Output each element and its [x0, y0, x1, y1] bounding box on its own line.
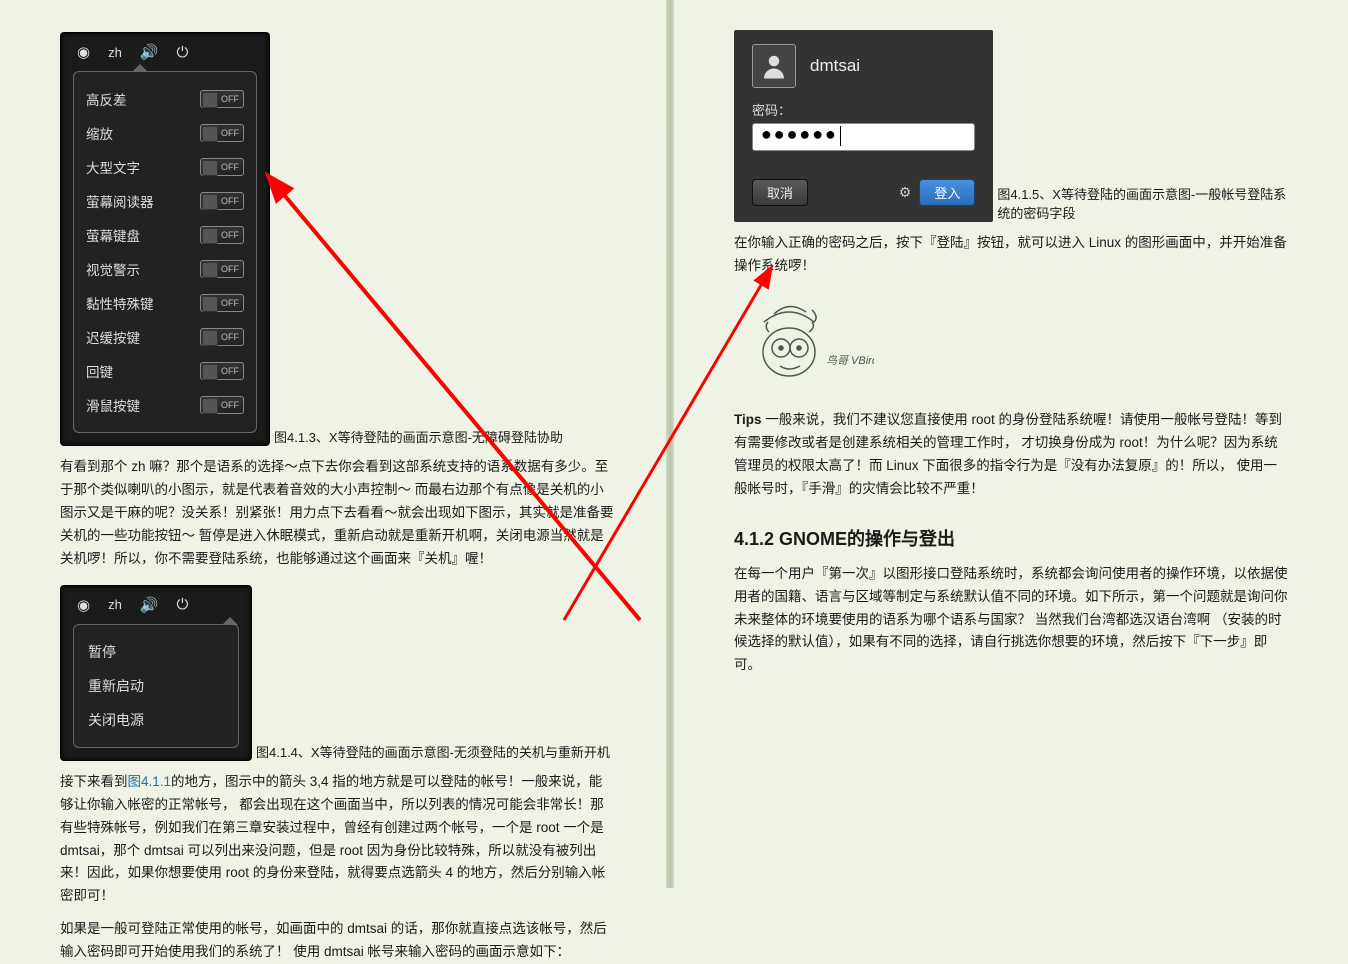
toggle-switch[interactable]: OFF: [200, 260, 244, 278]
figure-link[interactable]: 图4.1.1: [128, 774, 172, 789]
toggle-label: 黏性特殊键: [86, 293, 154, 313]
volume-icon[interactable]: 🔊: [140, 43, 159, 61]
volume-icon[interactable]: 🔊: [140, 596, 159, 614]
body-text: 在每一个用户『第一次』以图形接口登陆系统时，系统都会询问使用者的操作环境，以依据…: [734, 563, 1288, 678]
login-panel: dmtsai 密码： ●●●●●● 取消 ⚙ 登入: [734, 30, 993, 222]
toggle-label: 大型文字: [86, 157, 140, 177]
figure-caption: 图4.1.5、X等待登陆的画面示意图-一般帐号登陆系统的密码字段: [997, 184, 1288, 222]
tips-label: Tips: [734, 412, 762, 427]
right-page: dmtsai 密码： ●●●●●● 取消 ⚙ 登入 图4.1.5、X等待登陆的画…: [674, 0, 1348, 888]
gear-icon[interactable]: ⚙: [899, 184, 912, 201]
toggle-switch[interactable]: OFF: [200, 328, 244, 346]
section-heading: 4.1.2 GNOME的操作与登出: [734, 525, 1288, 551]
toggle-switch[interactable]: OFF: [200, 158, 244, 176]
password-label: 密码：: [752, 100, 975, 119]
toggle-switch[interactable]: OFF: [200, 192, 244, 210]
power-icon[interactable]: ⏻: [177, 44, 189, 61]
tips-text: Tips 一般来说，我们不建议您直接使用 root 的身份登陆系统喔！请使用一般…: [734, 409, 1288, 501]
password-input[interactable]: ●●●●●●: [752, 123, 975, 151]
lang-indicator[interactable]: zh: [108, 597, 122, 612]
toggle-label: 高反差: [86, 89, 127, 109]
body-text: 在你输入正确的密码之后，按下『登陆』按钮，就可以进入 Linux 的图形画面中，…: [734, 232, 1288, 278]
power-panel: ◉ zh 🔊 ⏻ 暂停 重新启动 关闭电源: [60, 585, 252, 761]
accessibility-icon[interactable]: ◉: [77, 596, 90, 614]
toggle-label: 缩放: [86, 123, 113, 143]
toggle-switch[interactable]: OFF: [200, 396, 244, 414]
figure-caption: 图4.1.3、X等待登陆的画面示意图-无障碍登陆协助: [274, 427, 563, 446]
page-divider: [666, 0, 674, 888]
toggle-label: 萤幕键盘: [86, 225, 140, 245]
figure-caption: 图4.1.4、X等待登陆的画面示意图-无须登陆的关机与重新开机: [256, 742, 610, 761]
toggle-switch[interactable]: OFF: [200, 226, 244, 244]
lang-indicator[interactable]: zh: [108, 45, 122, 60]
toggle-label: 萤幕阅读器: [86, 191, 154, 211]
toggle-label: 视觉警示: [86, 259, 140, 279]
avatar: [752, 44, 796, 88]
login-username: dmtsai: [810, 56, 860, 76]
vbird-doodle: 鸟哥 VBird: [734, 292, 874, 392]
svg-text:鸟哥 VBird: 鸟哥 VBird: [826, 354, 874, 367]
login-button[interactable]: 登入: [919, 179, 975, 206]
body-text: 有看到那个 zh 嘛？那个是语系的选择～点下去你会看到这部系统支持的语系数据有多…: [60, 456, 614, 571]
avatar-icon: [759, 51, 789, 81]
toggle-switch[interactable]: OFF: [200, 90, 244, 108]
toggle-label: 滑鼠按键: [86, 395, 140, 415]
toggle-switch[interactable]: OFF: [200, 124, 244, 142]
accessibility-icon[interactable]: ◉: [77, 43, 90, 61]
toggle-switch[interactable]: OFF: [200, 294, 244, 312]
power-dropdown: 暂停 重新启动 关闭电源: [73, 624, 239, 748]
accessibility-dropdown: 高反差 OFF 缩放 OFF 大型文字 OFF 萤幕阅读器 OFF 萤幕键盘 OFF 视觉…: [73, 71, 257, 433]
cancel-button[interactable]: 取消: [752, 179, 808, 206]
accessibility-panel: ◉ zh 🔊 ⏻ 高反差 OFF 缩放 OFF 大型文字 OFF 萤幕阅读器 OFF 萤…: [60, 32, 270, 446]
body-text: 如果是一般可登陆正常使用的帐号，如画面中的 dmtsai 的话，那你就直接点选该…: [60, 918, 614, 964]
toggle-label: 迟缓按键: [86, 327, 140, 347]
left-page: ◉ zh 🔊 ⏻ 高反差 OFF 缩放 OFF 大型文字 OFF 萤幕阅读器 OFF 萤…: [0, 0, 674, 888]
toggle-label: 回键: [86, 361, 113, 381]
toggle-switch[interactable]: OFF: [200, 362, 244, 380]
menu-poweroff[interactable]: 关闭电源: [84, 703, 228, 737]
menu-suspend[interactable]: 暂停: [84, 635, 228, 669]
power-icon[interactable]: ⏻: [177, 596, 189, 613]
menu-restart[interactable]: 重新启动: [84, 669, 228, 703]
